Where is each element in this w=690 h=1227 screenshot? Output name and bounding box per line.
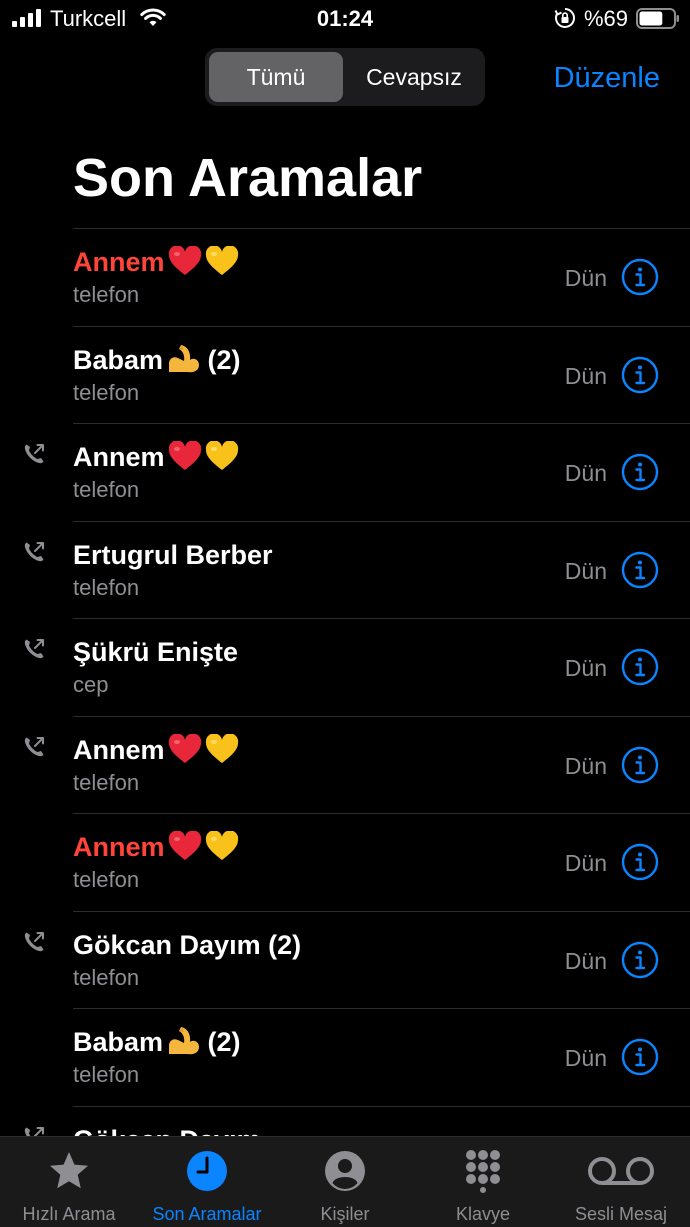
call-count: (2)	[207, 344, 241, 375]
call-filter-segmented-control: Tümü Cevapsız	[205, 48, 485, 106]
call-type: telefon	[73, 477, 140, 502]
call-type: telefon	[73, 282, 140, 307]
star-icon	[50, 1152, 88, 1189]
contact-name: Annem	[73, 830, 239, 869]
yellow-heart-emoji-icon	[205, 732, 239, 772]
tab-label: Klavye	[455, 1204, 511, 1224]
call-type: cep	[73, 672, 109, 697]
info-icon[interactable]	[621, 453, 659, 491]
contact-name: Ertugrul Berber	[73, 538, 273, 572]
segment-all[interactable]: Tümü	[209, 52, 343, 102]
info-icon[interactable]	[621, 746, 659, 784]
segment-missed[interactable]: Cevapsız	[347, 52, 481, 102]
contact-name-text: Babam	[73, 344, 164, 375]
info-icon[interactable]	[621, 551, 659, 589]
outgoing-call-icon	[24, 639, 44, 659]
call-count: (2)	[268, 929, 302, 960]
red-heart-emoji-icon	[168, 440, 202, 479]
call-type: telefon	[73, 574, 140, 600]
info-icon[interactable]	[621, 648, 659, 686]
tab-label: Sesli Mesaj	[574, 1204, 668, 1224]
call-date: Dün	[564, 947, 607, 974]
recent-calls-list: Annem telefon Dün Babam (2) telefon Dün Annem t…	[0, 229, 690, 1204]
red-heart-emoji-icon	[168, 245, 202, 284]
battery-percentage: %69	[584, 6, 629, 31]
call-date: Dün	[564, 460, 607, 486]
tab-recents[interactable]: Son Aramalar	[138, 1137, 276, 1227]
call-row[interactable]: Şükrü Enişte cep Dün	[0, 619, 690, 717]
tab-bar: Hızlı Arama Son Aramalar Kişiler Klavye …	[0, 1136, 690, 1227]
tab-label: Son Aramalar	[152, 1204, 262, 1224]
call-type: telefon	[73, 769, 140, 795]
recents-screen: Turkcell 01:24 %69 Tümü Cevapsız Düzenle…	[0, 0, 690, 1227]
tab-favorites[interactable]: Hızlı Arama	[0, 1137, 138, 1227]
call-row[interactable]: Ertugrul Berber telefon Dün	[0, 522, 690, 619]
outgoing-call-icon	[24, 931, 44, 951]
flexed-biceps-emoji-icon	[166, 1026, 200, 1064]
contact-name-text: Annem	[73, 734, 165, 765]
call-row[interactable]: Gökcan Dayım (2) telefon Dün	[0, 912, 690, 1009]
info-icon[interactable]	[621, 356, 659, 394]
call-row[interactable]: Babam (2) telefon Dün	[0, 1009, 690, 1107]
contact-name-text: Babam	[73, 1027, 164, 1057]
outgoing-call-icon	[24, 541, 44, 561]
contact-name-text: Ertugrul Berber	[73, 539, 273, 570]
person-icon	[325, 1151, 365, 1191]
call-row[interactable]: Annem telefon Dün	[0, 717, 690, 814]
tab-voicemail[interactable]: Sesli Mesaj	[552, 1137, 690, 1227]
keypad-icon	[466, 1150, 500, 1193]
contact-name: Babam (2)	[73, 343, 241, 382]
rotation-lock-icon	[554, 8, 575, 28]
call-type: telefon	[73, 1062, 140, 1087]
edit-button[interactable]: Düzenle	[554, 58, 660, 98]
call-type: telefon	[73, 964, 140, 990]
yellow-heart-emoji-icon	[205, 245, 239, 284]
call-date: Dün	[564, 557, 607, 584]
outgoing-call-icon	[24, 444, 44, 464]
call-row[interactable]: Babam (2) telefon Dün	[0, 327, 690, 424]
call-type: telefon	[73, 379, 140, 405]
red-heart-emoji-icon	[168, 830, 202, 869]
call-date: Dün	[564, 265, 607, 291]
info-icon[interactable]	[621, 1038, 659, 1076]
contact-name-text: Annem	[73, 832, 165, 862]
contact-name-text: Annem	[73, 247, 165, 277]
contact-name: Annem	[73, 732, 239, 772]
voicemail-icon	[588, 1157, 654, 1185]
clock-icon	[187, 1151, 227, 1191]
tab-contacts[interactable]: Kişiler	[276, 1137, 414, 1227]
contact-name: Annem	[73, 440, 239, 479]
call-type: telefon	[73, 867, 140, 892]
call-date: Dün	[564, 655, 607, 681]
tab-label: Kişiler	[320, 1204, 370, 1224]
call-row[interactable]: Annem telefon Dün	[0, 424, 690, 522]
flexed-biceps-emoji-icon	[166, 344, 200, 382]
page-title: Son Aramalar	[73, 148, 423, 208]
contact-name-text: Gökcan Dayım	[73, 929, 261, 960]
call-row[interactable]: Annem telefon Dün	[0, 814, 690, 912]
status-bar: Turkcell 01:24 %69	[0, 0, 690, 40]
contact-name: Gökcan Dayım (2)	[73, 928, 301, 962]
info-icon[interactable]	[621, 258, 659, 296]
contact-name: Annem	[73, 245, 239, 284]
contact-name-text: Şükrü Enişte	[73, 637, 239, 667]
call-date: Dün	[564, 850, 607, 876]
red-heart-emoji-icon	[168, 732, 202, 772]
contact-name-text: Annem	[73, 442, 165, 472]
call-count: (2)	[207, 1027, 241, 1057]
call-row[interactable]: Annem telefon Dün	[0, 229, 690, 327]
call-date: Dün	[564, 752, 607, 779]
info-icon[interactable]	[621, 843, 659, 881]
call-date: Dün	[564, 362, 607, 389]
yellow-heart-emoji-icon	[205, 440, 239, 479]
call-date: Dün	[564, 1045, 607, 1071]
yellow-heart-emoji-icon	[205, 830, 239, 869]
contact-name: Şükrü Enişte	[73, 635, 238, 669]
contact-name: Babam (2)	[73, 1025, 241, 1064]
info-icon[interactable]	[621, 941, 659, 979]
tab-keypad[interactable]: Klavye	[414, 1137, 552, 1227]
tab-label: Hızlı Arama	[22, 1204, 116, 1224]
battery-icon	[636, 8, 679, 29]
outgoing-call-icon	[24, 736, 44, 756]
